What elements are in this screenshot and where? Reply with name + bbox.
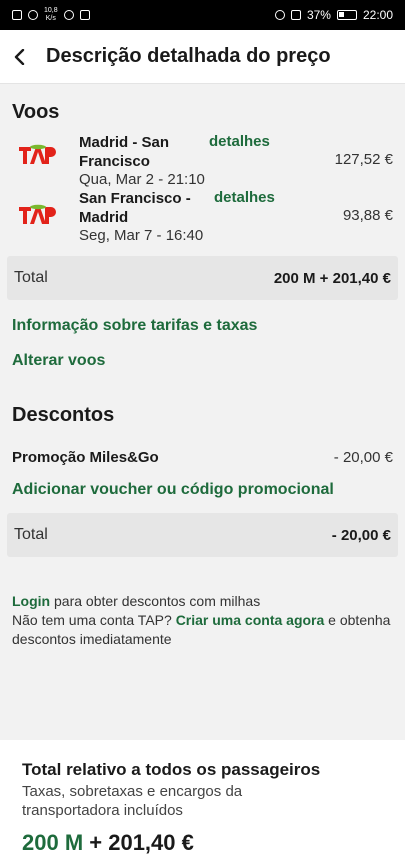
fares-info-link[interactable]: Informação sobre tarifas e taxas (12, 317, 257, 335)
grand-total-miles: 200 M (22, 830, 84, 855)
battery-icon (336, 10, 357, 20)
grand-total-money: + 201,40 € (83, 830, 194, 855)
promo-label: Promoção Miles&Go (12, 449, 159, 466)
instagram-icon (79, 10, 90, 20)
discounts-section-title: Descontos (12, 404, 115, 426)
status-bar: 10,8 K/s 37% 22:00 (0, 0, 405, 30)
flight-row: Madrid - San Francisco detalhes 127,52 €… (0, 131, 405, 189)
price-breakdown: Voos Madrid - San Francisco detalhes 127… (0, 85, 405, 740)
sim-alert-icon (12, 10, 22, 20)
create-account-link[interactable]: Criar uma conta agora (176, 612, 325, 628)
grand-total-subtitle: Taxas, sobretaxas e encargos da transpor… (22, 783, 243, 819)
flights-total-value: 200 M + 201,40 € (273, 269, 391, 287)
flight-price: 127,52 € (334, 151, 393, 168)
flight-route: San Francisco - Madrid (79, 190, 191, 226)
login-link[interactable]: Login (12, 593, 50, 609)
change-flights-link[interactable]: Alterar voos (12, 352, 105, 370)
page-title: Descrição detalhada do preço (46, 45, 331, 67)
flight-details-link[interactable]: detalhes (209, 133, 270, 150)
flight-date: Qua, Mar 2 - 21:10 (79, 171, 205, 188)
clock: 22:00 (362, 8, 393, 22)
flight-route: Madrid - San Francisco (79, 134, 170, 170)
discounts-total-value: - 20,00 € (331, 526, 391, 544)
login-prompt: Login para obter descontos com milhas Nã… (12, 593, 391, 647)
grand-total-title: Total relativo a todos os passageiros (22, 760, 321, 779)
flights-total-bar: Total 200 M + 201,40 € (7, 256, 398, 300)
flight-row: San Francisco - Madrid detalhes 93,88 € … (0, 187, 405, 245)
total-label: Total (14, 526, 48, 543)
wifi-icon (28, 10, 38, 20)
network-speed: 10,8 K/s (44, 7, 58, 22)
tap-logo-icon (19, 204, 56, 224)
battery-percent: 37% (306, 8, 331, 22)
total-label: Total (14, 269, 48, 286)
add-voucher-link[interactable]: Adicionar voucher ou código promocional (12, 481, 334, 499)
flight-details-link[interactable]: detalhes (214, 189, 275, 206)
messenger-icon (63, 10, 74, 20)
tap-logo-icon (19, 144, 56, 164)
grand-total-value: 200 M + 201,40 € (22, 830, 383, 856)
back-arrow-icon[interactable] (10, 47, 30, 67)
flights-section-title: Voos (12, 101, 60, 123)
flight-price: 93,88 € (342, 207, 393, 224)
flight-date: Seg, Mar 7 - 16:40 (79, 227, 204, 244)
grand-total-panel: Total relativo a todos os passageiros Ta… (0, 740, 405, 867)
vibrate-icon (290, 10, 301, 20)
eye-icon (274, 10, 285, 20)
discounts-total-bar: Total - 20,00 € (7, 513, 398, 557)
app-header: Descrição detalhada do preço (0, 30, 405, 84)
promo-value: - 20,00 € (333, 449, 393, 466)
